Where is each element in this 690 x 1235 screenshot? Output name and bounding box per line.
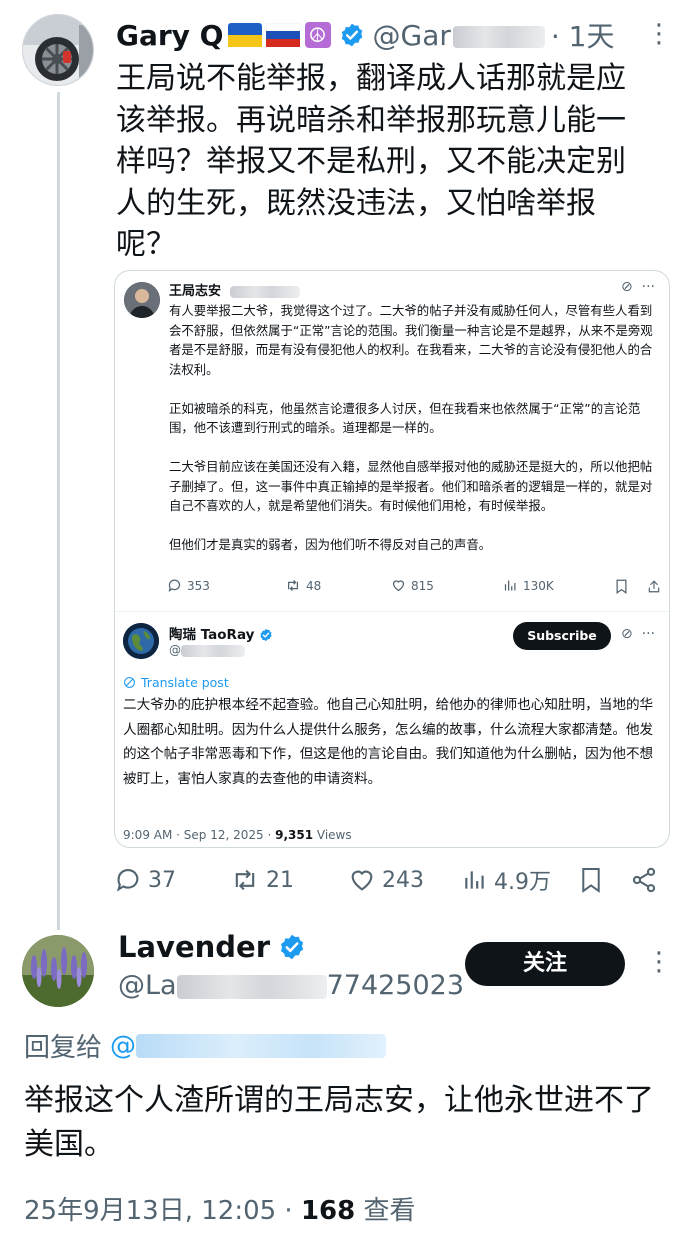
share-icon bbox=[648, 580, 660, 593]
ukraine-flag-icon bbox=[227, 23, 262, 47]
reply-text: 举报这个人渣所谓的王局志安，让他永世进不了美国。 bbox=[24, 1083, 654, 1162]
reply-icon bbox=[168, 579, 181, 592]
grok-icon: ⊘ bbox=[621, 626, 633, 642]
quoted-action-bar: 353 48 815 130K bbox=[167, 578, 667, 598]
like-icon bbox=[351, 870, 373, 891]
quoted-post-text: 有人要举报二大爷，我觉得这个过了。二大爷的帖子并没有威胁任何人，尽管有些人看到会… bbox=[169, 301, 659, 574]
quoted-top-icons: ⊘ ··· bbox=[621, 279, 655, 295]
author-name[interactable]: Gary Q bbox=[116, 19, 224, 52]
reply-author-avatar[interactable] bbox=[22, 935, 94, 1007]
translate-post-link: Translate post bbox=[123, 675, 229, 690]
views-icon bbox=[504, 580, 516, 591]
more-icon: ··· bbox=[641, 626, 655, 642]
repost-icon bbox=[235, 869, 255, 891]
quoted-screenshot-card[interactable]: 王局志安 ⊘ ··· 有人要举报二大爷，我觉得这个过了。二大爷的帖子并没有威胁任… bbox=[114, 270, 670, 848]
reply-meta: 25年9月13日, 12:05 · 168 查看 bbox=[24, 1196, 416, 1226]
replying-to-handle[interactable]: @ bbox=[110, 1031, 387, 1061]
like-icon bbox=[392, 580, 405, 592]
quoted-repost-stat: 48 bbox=[285, 578, 321, 593]
quoted-author-name: 王局志安 bbox=[169, 280, 300, 299]
quoted-paragraph: 正如被暗杀的科克，他虽然言论遭很多人讨厌，但在我看来也依然属于“正常”的言论范围… bbox=[169, 400, 641, 436]
quoted-paragraph: 但他们才是真实的弱者，因为他们听不得反对自己的声音。 bbox=[169, 537, 492, 552]
repost-count: 21 bbox=[266, 867, 294, 893]
verified-badge-icon bbox=[341, 23, 362, 47]
quoted-reply-handle: @ bbox=[169, 643, 245, 657]
quoted-reply-meta: 9:09 AM · Sep 12, 2025 · 9,351 Views bbox=[123, 828, 352, 842]
redacted-handle bbox=[181, 644, 245, 657]
quoted-views-stat: 130K bbox=[503, 578, 554, 593]
verified-badge-icon bbox=[260, 628, 272, 642]
quoted-like-stat: 815 bbox=[391, 578, 434, 593]
reply-count: 37 bbox=[148, 867, 176, 893]
bookmark-icon[interactable] bbox=[580, 866, 602, 894]
author-handle[interactable]: @Gar bbox=[373, 19, 545, 52]
views-count: 4.9万 bbox=[494, 870, 551, 895]
repost-button[interactable]: 21 bbox=[230, 862, 294, 898]
reply-timestamp[interactable]: 25年9月13日, 12:05 · bbox=[24, 1196, 301, 1226]
reply-author-handle[interactable]: @La 77425023 bbox=[118, 970, 464, 1001]
redacted-handle bbox=[229, 285, 300, 298]
quoted-reply-top-icons: ⊘ ··· bbox=[621, 626, 655, 642]
translate-icon bbox=[124, 677, 135, 688]
reply-author-name[interactable]: Lavender bbox=[118, 930, 306, 964]
share-icon[interactable] bbox=[630, 866, 658, 894]
quoted-paragraph: 二大爷目前应该在美国还没有入籍，显然他自感举报对他的威胁还是挺大的，所以他把帖子… bbox=[169, 459, 653, 513]
reply-view-count: 168 bbox=[300, 1196, 356, 1226]
like-count: 243 bbox=[382, 867, 424, 893]
car-wheel-avatar-image bbox=[23, 15, 93, 85]
person-avatar-image bbox=[124, 282, 160, 318]
peace-symbol-icon: ☮ bbox=[304, 22, 331, 48]
author-avatar[interactable] bbox=[22, 14, 94, 86]
russia-flag-icon bbox=[265, 23, 300, 47]
quoted-author-avatar bbox=[124, 282, 160, 318]
replying-to: 回复给 @ bbox=[24, 1027, 387, 1064]
post-action-bar: 37 21 243 4.9万 bbox=[114, 862, 664, 898]
quoted-reply-stat: 353 bbox=[167, 578, 210, 593]
more-options-icon[interactable]: ⋮ bbox=[646, 949, 673, 975]
redacted-handle bbox=[452, 25, 545, 48]
redacted-handle bbox=[176, 974, 327, 999]
post-header: Gary Q ☮ @Gar · 1天 bbox=[116, 14, 615, 56]
quoted-paragraph: 有人要举报二大爷，我觉得这个过了。二大爷的帖子并没有威胁任何人，尽管有些人看到会… bbox=[169, 303, 653, 377]
globe-avatar-image bbox=[123, 623, 159, 659]
post-time[interactable]: · 1天 bbox=[551, 15, 615, 55]
views-icon bbox=[465, 871, 484, 889]
lavender-flowers-avatar-image bbox=[22, 935, 94, 1007]
repost-icon bbox=[288, 580, 298, 591]
more-options-icon[interactable]: ⋮ bbox=[646, 21, 673, 47]
follow-button[interactable]: 关注 bbox=[465, 942, 625, 986]
subscribe-button: Subscribe bbox=[513, 622, 611, 650]
bookmark-icon bbox=[616, 579, 627, 594]
thread-connector-line bbox=[57, 92, 60, 930]
reply-icon bbox=[117, 869, 139, 892]
quoted-reply-avatar bbox=[123, 623, 159, 659]
quoted-reply-author-name: 陶瑞 TaoRay bbox=[169, 623, 273, 643]
main-post: Gary Q ☮ @Gar · 1天 ⋮ 王局说不能举报，翻译成人话那就是应该举… bbox=[0, 0, 690, 930]
divider bbox=[115, 611, 669, 612]
post-text: 王局说不能举报，翻译成人话那就是应该举报。再说暗杀和举报那玩意儿能一样吗？举报又… bbox=[116, 61, 626, 262]
redacted-handle bbox=[136, 1034, 387, 1058]
quoted-reply-text: 二大爷办的庇护根本经不起查验。他自己心知肚明，给他办的律师也心知肚明，当地的华人… bbox=[123, 697, 654, 787]
verified-badge-icon bbox=[280, 934, 304, 960]
like-button[interactable]: 243 bbox=[348, 862, 424, 898]
grok-icon: ⊘ bbox=[621, 279, 633, 295]
views-button[interactable]: 4.9万 bbox=[462, 862, 551, 898]
more-icon: ··· bbox=[641, 279, 655, 295]
reply-button[interactable]: 37 bbox=[114, 862, 176, 898]
